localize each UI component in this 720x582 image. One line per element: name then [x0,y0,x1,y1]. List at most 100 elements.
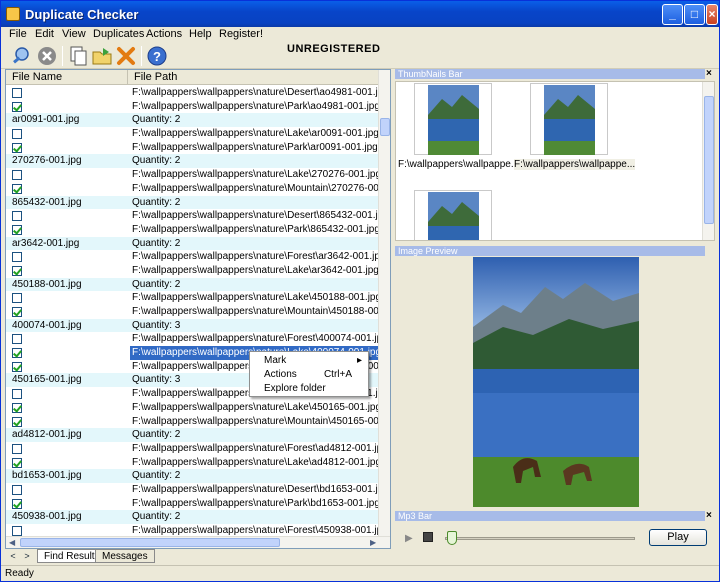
group-row[interactable]: ar3642-001.jpg Quantity: 2 [6,236,380,251]
table-row[interactable]: F:\wallpappers\wallpappers\nature\Forest… [6,332,380,346]
group-row[interactable]: 400074-001.jpg Quantity: 3 [6,318,380,333]
close-button[interactable]: × [706,4,718,25]
search-button[interactable] [10,45,32,67]
row-checkbox[interactable] [12,101,22,112]
row-checkbox[interactable] [12,88,22,98]
file-path: F:\wallpappers\wallpappers\nature\Park\b… [132,497,380,509]
table-row[interactable]: F:\wallpappers\wallpappers\nature\Lake\a… [6,264,380,278]
context-menu-actions[interactable]: Actions [264,369,297,380]
group-row[interactable]: ad4812-001.jpg Quantity: 2 [6,428,380,442]
row-checkbox[interactable] [12,361,22,372]
table-row[interactable]: F:\wallpappers\wallpappers\nature\Mounta… [6,415,380,429]
group-row[interactable]: 450938-001.jpg Quantity: 2 [6,510,380,524]
delete-button[interactable] [115,45,137,67]
group-row[interactable]: ar0091-001.jpg Quantity: 2 [6,113,380,128]
table-row[interactable]: F:\wallpappers\wallpappers\nature\Forest… [6,250,380,264]
menu-duplicates[interactable]: Duplicates [93,28,144,40]
row-checkbox[interactable] [12,334,22,345]
menu-register[interactable]: Register! [219,28,263,40]
group-row[interactable]: 865432-001.jpg Quantity: 2 [6,195,380,210]
scroll-left-icon[interactable]: ◀ [9,538,15,547]
context-menu-mark[interactable]: Mark [264,355,286,366]
horizontal-scroll-thumb[interactable] [20,538,280,547]
group-row[interactable]: 450188-001.jpg Quantity: 2 [6,277,380,292]
context-menu-explore-folder[interactable]: Explore folder [264,383,326,394]
vertical-scrollbar[interactable] [378,70,390,536]
thumbnail-1[interactable] [414,83,492,155]
delete-icon [117,47,135,65]
row-checkbox[interactable] [12,252,22,263]
table-row[interactable]: F:\wallpappers\wallpappers\nature\Mounta… [6,182,380,196]
row-checkbox[interactable] [12,129,22,140]
menu-edit[interactable]: Edit [35,28,54,40]
thumbnails-panel[interactable]: F:\wallpappers\wallpappe... F:\wallpappe… [395,81,715,241]
row-checkbox[interactable] [12,416,22,427]
column-header-file-name[interactable]: File Name [6,70,128,85]
menu-view[interactable]: View [62,28,86,40]
table-row[interactable]: F:\wallpappers\wallpappers\nature\Desert… [6,86,380,100]
tab-messages[interactable]: Messages [95,549,155,563]
row-checkbox[interactable] [12,183,22,194]
row-checkbox[interactable] [12,211,22,222]
row-checkbox[interactable] [12,307,22,317]
row-checkbox[interactable] [12,389,22,400]
table-row[interactable]: F:\wallpappers\wallpappers\nature\Park\a… [6,141,380,155]
mp3-seek-track[interactable] [445,537,635,540]
menu-actions[interactable]: Actions [146,28,182,40]
table-row[interactable]: F:\wallpappers\wallpappers\nature\Park\a… [6,100,380,114]
column-header-file-path[interactable]: File Path [128,70,380,85]
table-row[interactable]: F:\wallpappers\wallpappers\nature\Lake\4… [6,291,380,305]
mp3-seek-slider[interactable] [447,531,457,545]
stop-button[interactable] [36,45,58,67]
table-row[interactable]: F:\wallpappers\wallpappers\nature\Lake\2… [6,168,380,182]
maximize-button[interactable]: □ [684,4,705,25]
mp3-bar-header: Mp3 Bar [395,511,705,521]
mp3-close-icon[interactable]: × [706,510,712,521]
table-row[interactable]: F:\wallpappers\wallpappers\nature\Park\8… [6,223,380,237]
title-bar[interactable]: Duplicate Checker _ □ × [1,1,719,27]
row-checkbox[interactable] [12,348,22,359]
scroll-right-icon[interactable]: ▶ [370,538,376,547]
row-checkbox[interactable] [12,265,22,276]
row-checkbox[interactable] [12,142,22,153]
row-checkbox[interactable] [12,526,22,536]
table-row[interactable]: F:\wallpappers\wallpappers\nature\Lake\a… [6,127,380,141]
row-checkbox[interactable] [12,402,22,413]
thumbnail-2[interactable] [530,83,608,155]
copy-button[interactable] [67,45,89,67]
file-path: F:\wallpappers\wallpappers\nature\Lake\a… [132,128,379,140]
minimize-button[interactable]: _ [662,4,683,25]
table-row[interactable]: F:\wallpappers\wallpappers\nature\Park\b… [6,497,380,511]
row-checkbox[interactable] [12,484,22,495]
horizontal-scrollbar[interactable]: ◀ ▶ [6,536,390,548]
tab-prev-icon[interactable]: < [7,550,19,562]
help-button[interactable]: ? [146,45,168,67]
thumbnails-scrollbar[interactable] [702,82,714,240]
move-folder-button[interactable] [91,45,113,67]
row-checkbox[interactable] [12,498,22,509]
group-row[interactable]: 270276-001.jpg Quantity: 2 [6,154,380,169]
table-row[interactable]: F:\wallpappers\wallpappers\nature\Lake\4… [6,401,380,415]
thumbnails-scroll-thumb[interactable] [704,96,714,224]
group-row[interactable]: bd1653-001.jpg Quantity: 2 [6,469,380,483]
tab-next-icon[interactable]: > [21,550,33,562]
results-list[interactable]: File Name File Path F:\wallpappers\wallp… [5,69,391,549]
table-row[interactable]: F:\wallpappers\wallpappers\nature\Mounta… [6,305,380,319]
row-checkbox[interactable] [12,224,22,235]
row-checkbox[interactable] [12,293,22,304]
play-button[interactable]: Play [649,529,707,546]
row-checkbox[interactable] [12,457,22,468]
thumbnail-3[interactable] [414,190,492,240]
row-checkbox[interactable] [12,170,22,181]
play-small-icon[interactable]: ▶ [405,533,413,544]
table-row[interactable]: F:\wallpappers\wallpappers\nature\Lake\a… [6,456,380,470]
vertical-scroll-thumb[interactable] [380,118,390,136]
menu-help[interactable]: Help [189,28,212,40]
row-checkbox[interactable] [12,443,22,454]
table-row[interactable]: F:\wallpappers\wallpappers\nature\Desert… [6,483,380,497]
table-row[interactable]: F:\wallpappers\wallpappers\nature\Desert… [6,209,380,223]
menu-file[interactable]: File [9,28,27,40]
thumbnails-close-icon[interactable]: × [706,68,712,79]
playlist-icon[interactable] [423,532,433,542]
table-row[interactable]: F:\wallpappers\wallpappers\nature\Forest… [6,442,380,456]
